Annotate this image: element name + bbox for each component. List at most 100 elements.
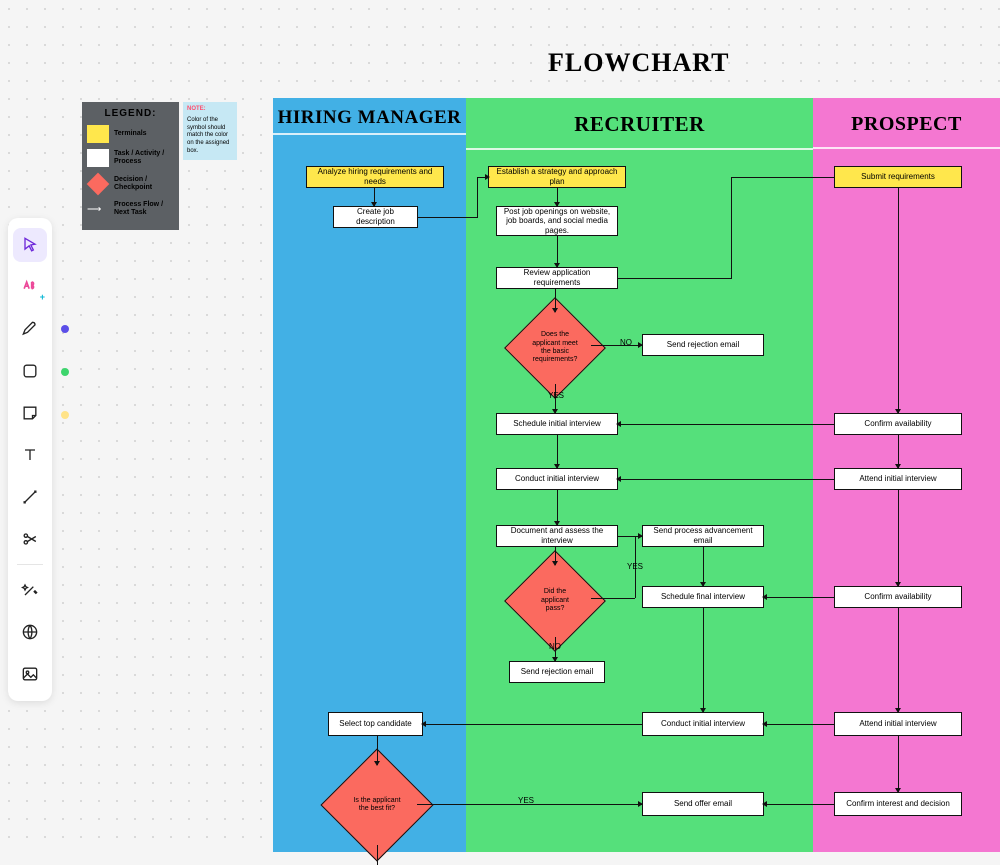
node-pros-submit[interactable]: Submit requirements — [834, 166, 962, 188]
text-tool[interactable] — [13, 438, 47, 472]
ai-tool[interactable]: + — [13, 270, 47, 304]
globe-icon — [20, 622, 40, 642]
connector — [703, 608, 704, 712]
sticky-tool[interactable] — [13, 396, 47, 430]
shape-tool[interactable] — [13, 354, 47, 388]
connector — [618, 424, 834, 425]
note-panel[interactable]: NOTE: Color of the symbol should match t… — [183, 102, 237, 160]
arrowhead-icon — [371, 202, 377, 207]
node-hm-select[interactable]: Select top candidate — [328, 712, 423, 736]
pen-color-dot — [61, 325, 69, 333]
flowchart-title: FLOWCHART — [548, 48, 729, 78]
arrowhead-icon — [616, 421, 621, 427]
label-no: NO — [549, 642, 561, 651]
arrowhead-icon — [374, 761, 380, 766]
arrowhead-icon — [895, 464, 901, 469]
node-pros-interest[interactable]: Confirm interest and decision — [834, 792, 962, 816]
connector — [731, 177, 732, 278]
legend-panel[interactable]: LEGEND: Terminals Task / Activity / Proc… — [82, 102, 179, 230]
arrowhead-icon — [554, 202, 560, 207]
label-no: NO — [620, 338, 632, 347]
arrowhead-icon — [895, 409, 901, 414]
pen-icon — [20, 319, 40, 339]
legend-decision: Decision / Checkpoint — [87, 173, 174, 195]
scissors-tool[interactable] — [13, 522, 47, 556]
web-tool[interactable] — [13, 615, 47, 649]
node-rec-schedulefinal[interactable]: Schedule final interview — [642, 586, 764, 608]
node-hm-create[interactable]: Create job description — [333, 206, 418, 228]
note-heading: NOTE: — [187, 106, 233, 114]
node-rec-post[interactable]: Post job openings on website, job boards… — [496, 206, 618, 236]
magic-tool[interactable] — [13, 573, 47, 607]
node-rec-offer[interactable]: Send offer email — [642, 792, 764, 816]
arrowhead-icon — [638, 533, 643, 539]
node-rec-conduct[interactable]: Conduct initial interview — [496, 468, 618, 490]
text-icon — [20, 445, 40, 465]
connector — [898, 736, 899, 792]
node-rec-rejection1[interactable]: Send rejection email — [642, 334, 764, 356]
node-rec-advancement[interactable]: Send process advancement email — [642, 525, 764, 547]
arrowhead-icon — [762, 594, 767, 600]
canvas-area[interactable]: FLOWCHART LEGEND: Terminals Task / Activ… — [0, 0, 1000, 852]
label-yes: YES — [518, 796, 534, 805]
node-pros-confirm1[interactable]: Confirm availability — [834, 413, 962, 435]
node-rec-pass[interactable]: Did the applicant pass? — [519, 565, 591, 637]
lane-title-pros: PROSPECT — [813, 98, 1000, 149]
connector — [731, 177, 834, 178]
node-rec-basic[interactable]: Does the applicant meet the basic requir… — [519, 312, 591, 384]
node-rec-review[interactable]: Review application requirements — [496, 267, 618, 289]
connector — [591, 345, 642, 346]
node-rec-conduct2[interactable]: Conduct initial interview — [642, 712, 764, 736]
toolbar-separator — [17, 564, 43, 565]
arrowhead-icon — [616, 476, 621, 482]
arrowhead-icon — [552, 409, 558, 414]
decision-swatch-icon — [87, 173, 109, 195]
connector — [557, 490, 558, 525]
connector — [764, 804, 834, 805]
arrowhead-icon — [554, 263, 560, 268]
magic-wand-icon — [20, 580, 40, 600]
arrowhead-icon — [700, 582, 706, 587]
connector — [423, 724, 642, 725]
cursor-icon — [20, 235, 40, 255]
pen-tool[interactable] — [13, 312, 47, 346]
connector-tool[interactable] — [13, 480, 47, 514]
node-pros-attend1[interactable]: Attend initial interview — [834, 468, 962, 490]
node-rec-strategy[interactable]: Establish a strategy and approach plan — [488, 166, 626, 188]
terminal-swatch-icon — [87, 125, 109, 143]
legend-heading: LEGEND: — [87, 108, 174, 119]
connector — [898, 188, 899, 413]
note-body: Color of the symbol should match the col… — [187, 117, 233, 156]
connector — [703, 547, 704, 586]
arrowhead-icon — [762, 721, 767, 727]
connector — [898, 490, 899, 586]
image-icon — [20, 664, 40, 684]
process-swatch-icon — [87, 149, 109, 167]
flow-arrow-icon: ⟶ — [87, 204, 109, 215]
arrowhead-icon — [552, 561, 558, 566]
connector — [477, 177, 478, 218]
connector — [418, 217, 478, 218]
lane-title-hm: HIRING MANAGER — [273, 98, 466, 135]
node-hm-bestfit[interactable]: Is the applicant the best fit? — [337, 765, 417, 845]
arrowhead-icon — [552, 308, 558, 313]
node-pros-attend2[interactable]: Attend initial interview — [834, 712, 962, 736]
node-pros-confirm2[interactable]: Confirm availability — [834, 586, 962, 608]
square-icon — [20, 361, 40, 381]
arrowhead-icon — [895, 788, 901, 793]
node-rec-document[interactable]: Document and assess the interview — [496, 525, 618, 547]
node-rec-rejection2[interactable]: Send rejection email — [509, 661, 605, 683]
connector — [618, 536, 635, 537]
connector — [764, 724, 834, 725]
node-rec-schedule[interactable]: Schedule initial interview — [496, 413, 618, 435]
lane-title-rec: RECRUITER — [466, 98, 813, 150]
arrowhead-icon — [421, 721, 426, 727]
swimlanes: HIRING MANAGER RECRUITER PROSPECT Analyz… — [273, 98, 1000, 852]
node-hm-analyze[interactable]: Analyze hiring requirements and needs — [306, 166, 444, 188]
pointer-tool[interactable] — [13, 228, 47, 262]
arrowhead-icon — [762, 801, 767, 807]
arrowhead-icon — [485, 174, 490, 180]
image-tool[interactable] — [13, 657, 47, 691]
arrowhead-icon — [554, 521, 560, 526]
arrowhead-icon — [895, 582, 901, 587]
